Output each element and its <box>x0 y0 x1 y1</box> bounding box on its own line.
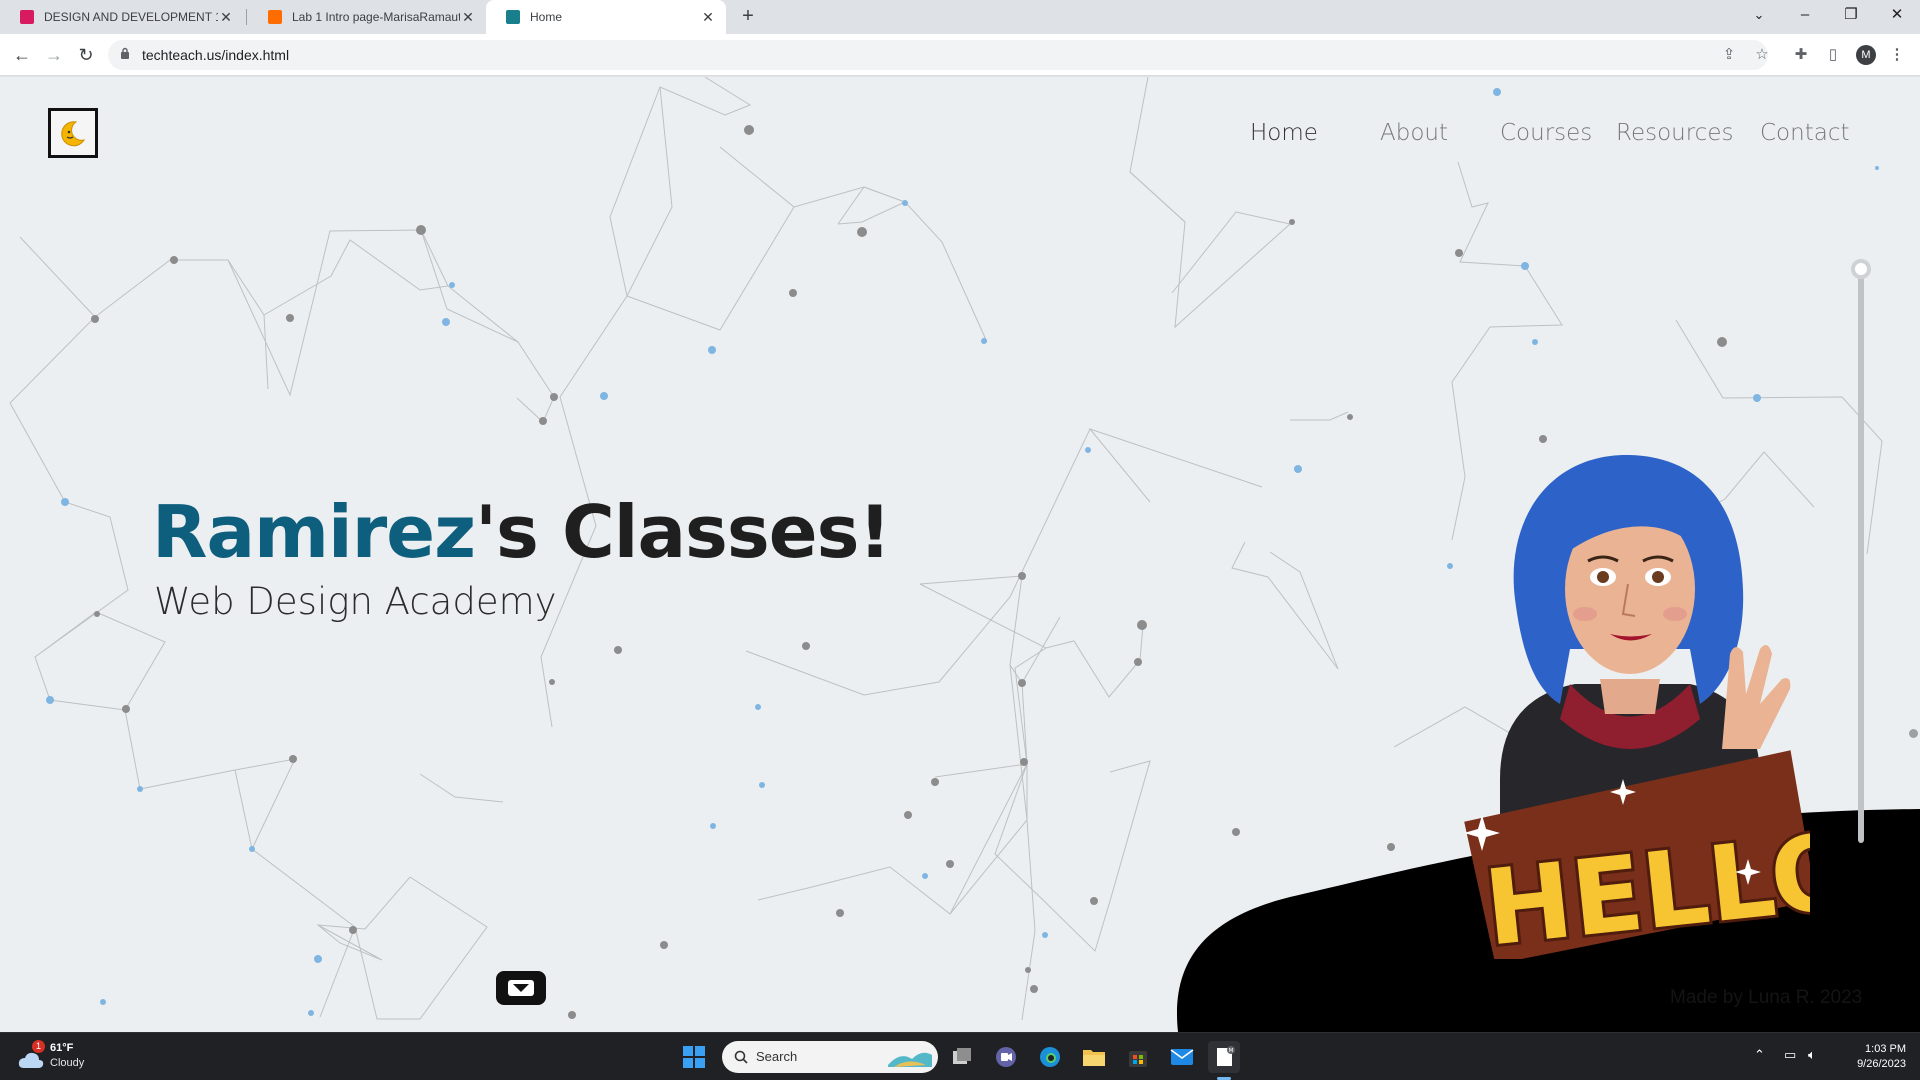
menu-kebab-icon[interactable]: ⋮ <box>1886 44 1908 66</box>
maximize-button[interactable]: ❐ <box>1828 0 1874 34</box>
weather-badge: 1 <box>32 1040 45 1053</box>
store-icon[interactable] <box>1122 1041 1154 1073</box>
minimize-button[interactable]: – <box>1782 0 1828 34</box>
nav-resources[interactable]: Resources <box>1616 120 1733 146</box>
bitmoji-hello-sticker: HELLO <box>1464 454 1810 959</box>
weather-temperature: 61°F <box>50 1042 74 1054</box>
bookmark-star-icon[interactable]: ☆ <box>1751 44 1773 66</box>
taskbar-search[interactable]: Search <box>722 1041 938 1073</box>
windows-taskbar: 1 61°F Cloudy Search M ⌃ ▭ � <box>0 1032 1920 1080</box>
browser-toolbar: ← → ↻ techteach.us/index.html ⇪ ☆ ✚ ▯ M … <box>0 34 1920 76</box>
scroll-down-button[interactable] <box>496 971 546 1005</box>
hero-title-rest: 's Classes! <box>474 490 891 574</box>
clock-date: 9/26/2023 <box>1857 1058 1906 1070</box>
forward-arrow-icon[interactable]: → <box>40 42 68 68</box>
search-highlight-icon <box>888 1052 932 1067</box>
lock-icon <box>121 47 129 59</box>
close-icon[interactable]: ✕ <box>700 9 716 26</box>
nav-home[interactable]: Home <box>1250 120 1318 146</box>
file-explorer-icon[interactable] <box>1078 1041 1110 1073</box>
web-page: Home About Courses Resources Contact Ram… <box>0 77 1920 1032</box>
back-arrow-icon[interactable]: ← <box>8 42 36 68</box>
profile-avatar[interactable]: M <box>1856 45 1876 65</box>
chrome-app-icon[interactable]: M <box>1208 1041 1240 1073</box>
windows-logo-icon <box>683 1046 705 1068</box>
hero-title: Ramirez's Classes! <box>152 490 891 574</box>
search-icon <box>734 1050 748 1064</box>
clock-time: 1:03 PM <box>1865 1043 1906 1055</box>
tab-search-icon[interactable]: ⌄ <box>1736 0 1782 34</box>
system-clock[interactable]: 1:03 PM 9/26/2023 <box>1840 1042 1906 1072</box>
task-view-icon[interactable] <box>946 1041 978 1073</box>
hero-subtitle: Web Design Academy <box>154 580 557 623</box>
weather-condition: Cloudy <box>50 1057 85 1069</box>
share-icon[interactable]: ⇪ <box>1718 44 1740 66</box>
vertical-slider-track[interactable] <box>1858 267 1864 843</box>
vertical-slider-knob[interactable] <box>1851 259 1871 279</box>
side-panel-icon[interactable]: ▯ <box>1822 44 1844 66</box>
tab-strip: DESIGN AND DEVELOPMENT 10 ✕ Lab 1 Intro … <box>0 0 1920 34</box>
moon-logo-icon <box>61 121 86 147</box>
volume-icon[interactable]: 🔈︎ <box>1808 1047 1816 1063</box>
tab-favicon-icon <box>20 10 34 24</box>
nav-contact[interactable]: Contact <box>1760 120 1849 146</box>
window-close-button[interactable]: ✕ <box>1874 0 1920 34</box>
new-tab-button[interactable]: + <box>736 5 760 29</box>
site-logo[interactable] <box>48 108 98 158</box>
url-text: techteach.us/index.html <box>142 47 290 63</box>
close-icon[interactable]: ✕ <box>218 9 234 26</box>
teams-chat-icon[interactable] <box>990 1041 1022 1073</box>
cloud-icon <box>18 1052 44 1068</box>
tray-overflow-icon[interactable]: ⌃ <box>1754 1047 1765 1063</box>
weather-widget[interactable]: 1 61°F Cloudy <box>18 1040 128 1074</box>
tab-home[interactable]: Home ✕ <box>486 0 726 34</box>
tab-favicon-icon <box>506 10 520 24</box>
tab-design-development[interactable]: DESIGN AND DEVELOPMENT 10 ✕ <box>0 0 244 34</box>
tab-lab-intro[interactable]: Lab 1 Intro page-MarisaRamaut ✕ <box>248 0 486 34</box>
tab-title: DESIGN AND DEVELOPMENT 10 <box>44 10 218 24</box>
hero-title-accent: Ramirez <box>152 490 476 574</box>
credit-text: Made by Luna R. 2023 <box>1670 987 1863 1008</box>
start-button[interactable] <box>678 1041 710 1073</box>
network-icon[interactable]: ▭ <box>1784 1047 1796 1063</box>
mail-icon[interactable] <box>1166 1041 1198 1073</box>
tab-title: Home <box>530 10 563 24</box>
tab-separator <box>246 9 247 25</box>
edge-browser-icon[interactable] <box>1034 1041 1066 1073</box>
mail-down-icon <box>508 980 534 996</box>
tab-title: Lab 1 Intro page-MarisaRamaut <box>292 10 460 24</box>
nav-about[interactable]: About <box>1380 120 1448 146</box>
svg-text:M: M <box>1229 1048 1234 1054</box>
nav-courses[interactable]: Courses <box>1500 120 1592 146</box>
extensions-icon[interactable]: ✚ <box>1790 44 1812 66</box>
close-icon[interactable]: ✕ <box>460 9 476 26</box>
search-label: Search <box>756 1049 798 1064</box>
reload-icon[interactable]: ↻ <box>72 42 100 68</box>
edge-dot <box>1909 729 1918 738</box>
tab-favicon-icon <box>268 10 282 24</box>
address-bar[interactable]: techteach.us/index.html <box>108 40 1768 70</box>
